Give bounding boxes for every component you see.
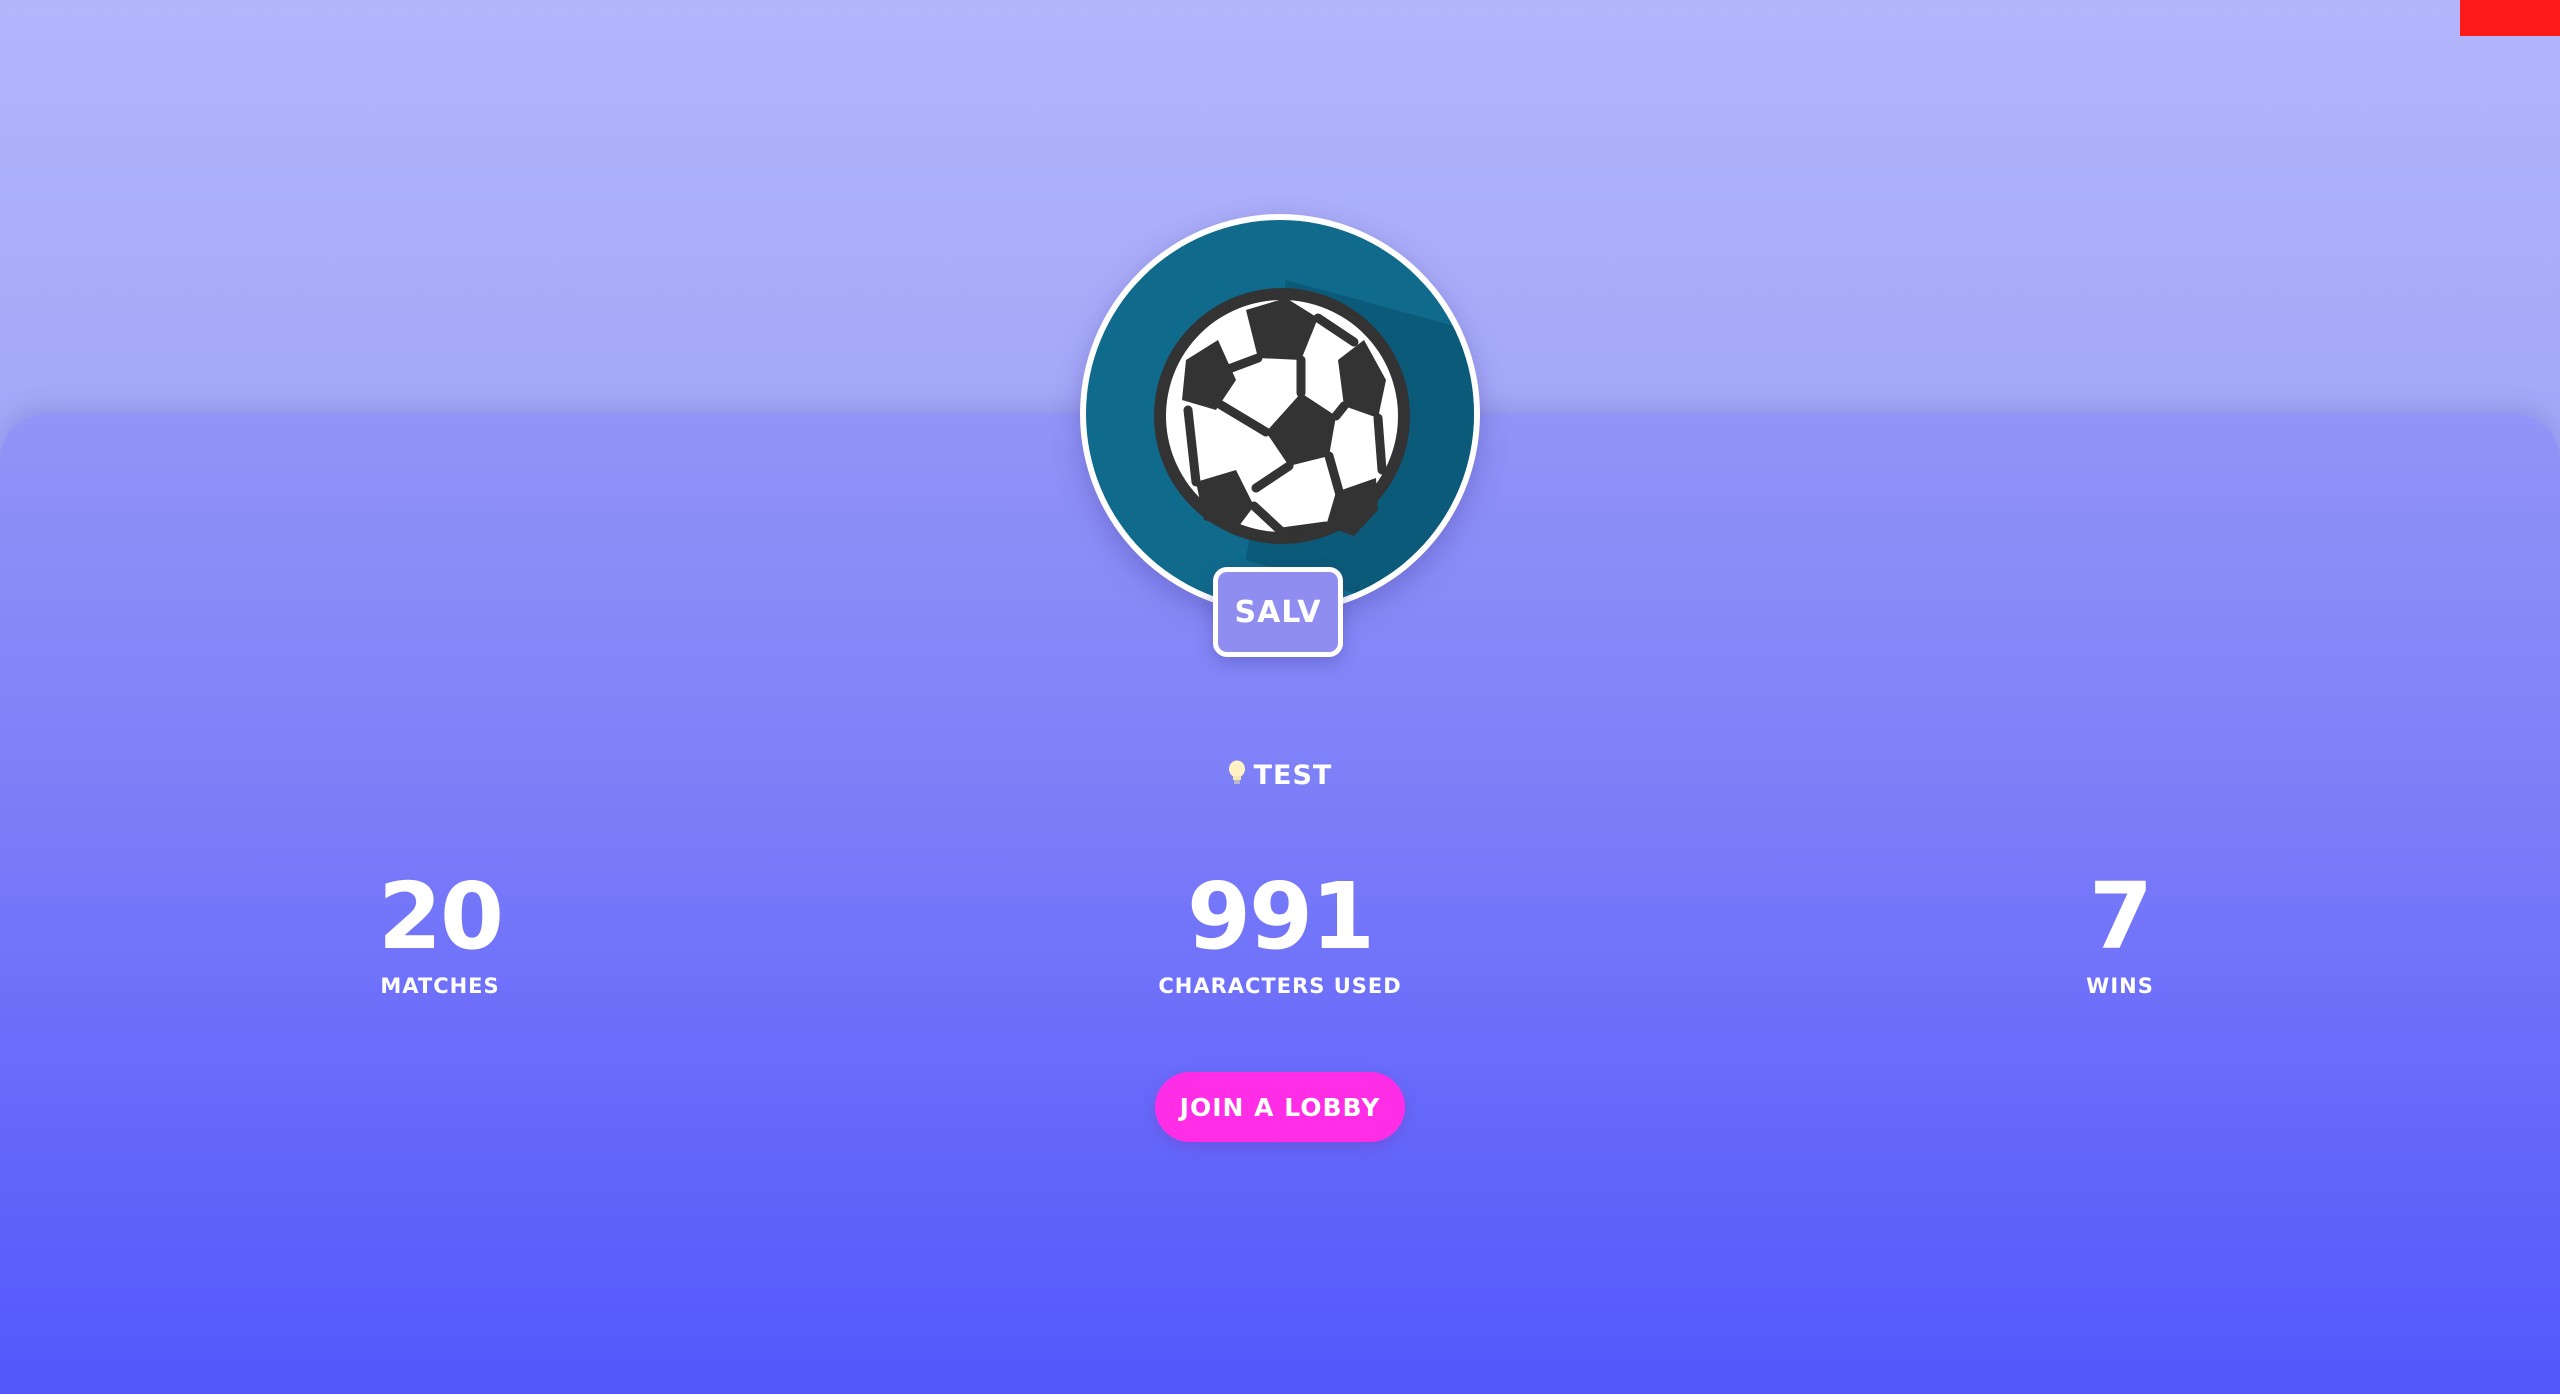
characters-used-count: 991 <box>1186 863 1375 970</box>
wins-count: 7 <box>2088 863 2153 970</box>
wins-label: WINS <box>2086 974 2154 998</box>
avatar[interactable] <box>1080 214 1480 614</box>
matches-label: MATCHES <box>380 974 500 998</box>
characters-used-label: CHARACTERS USED <box>1158 974 1402 998</box>
stat-wins: 7 WINS <box>1870 862 2370 998</box>
username-label: SALV <box>1234 594 1322 630</box>
lightbulb-icon <box>1228 760 1246 793</box>
stat-characters-used: 991 CHARACTERS USED <box>1030 862 1530 998</box>
profile-tagline: TEST <box>0 760 2560 793</box>
tagline-text: TEST <box>1253 760 1333 791</box>
join-lobby-button[interactable]: JOIN A LOBBY <box>1155 1072 1405 1142</box>
stat-matches: 20 MATCHES <box>190 862 690 998</box>
corner-flag <box>2460 0 2560 36</box>
matches-count: 20 <box>377 863 504 970</box>
username-badge: SALV <box>1213 567 1343 657</box>
soccer-ball-icon <box>1086 220 1474 608</box>
